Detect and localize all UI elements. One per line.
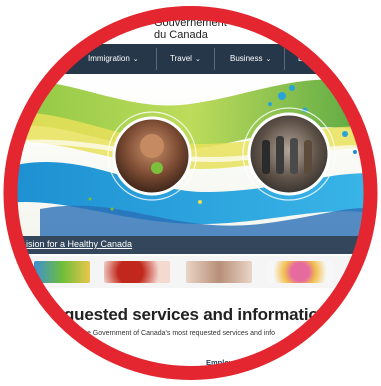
nav-item-label: Immigration	[88, 54, 130, 63]
portrait-group-teens	[247, 112, 331, 196]
feature-thumbnails	[0, 256, 381, 288]
thumbnail-3[interactable]	[186, 261, 252, 283]
hero-banner[interactable]	[0, 74, 381, 236]
wordmark-french-line-1: Gouvernement	[154, 17, 227, 29]
list-bullet	[206, 374, 210, 378]
feature-link[interactable]: ision for a Healthy Canada	[26, 239, 132, 249]
thumbnail-1[interactable]	[34, 261, 90, 283]
site-header: ada Gouvernement du Canada	[0, 0, 381, 42]
wordmark-english-line: ada	[102, 16, 121, 28]
thumbnail-2[interactable]	[104, 261, 170, 283]
employment-insurance-link[interactable]: Employment Insura	[206, 358, 276, 367]
nav-item-benefits[interactable]: Benefits	[298, 44, 327, 74]
main-nav: Immigration ⌄ Travel ⌄ Business ⌄ Benefits	[0, 44, 381, 74]
nav-item-business[interactable]: Business ⌄	[230, 44, 271, 74]
nav-item-label: Business	[230, 54, 263, 63]
section-title: quested services and information	[64, 305, 329, 324]
nav-item-travel[interactable]: Travel ⌄	[170, 44, 201, 74]
chevron-down-icon: ⌄	[265, 56, 272, 63]
nav-divider	[156, 48, 157, 70]
chevron-down-icon: ⌄	[194, 56, 201, 63]
feature-strip: ision for a Healthy Canada	[0, 236, 381, 254]
nav-item-label: Benefits	[298, 54, 327, 63]
nav-item-label: Travel	[170, 54, 192, 63]
hero-banner-art	[0, 74, 381, 236]
wordmark-english[interactable]: ada	[102, 16, 120, 28]
chevron-down-icon: ⌄	[132, 56, 139, 63]
section-description: es to the Government of Canada's most re…	[64, 330, 276, 337]
nav-divider	[284, 48, 285, 70]
nav-item-immigration[interactable]: Immigration ⌄	[88, 44, 139, 74]
wordmark-french-line-2: du Canada	[154, 29, 208, 41]
thumbnail-4[interactable]	[266, 261, 334, 283]
wordmark-french[interactable]: Gouvernement du Canada	[154, 17, 227, 41]
nav-divider	[214, 48, 215, 70]
screenshot-stage: ada Gouvernement du Canada Immigration ⌄ …	[0, 0, 381, 386]
